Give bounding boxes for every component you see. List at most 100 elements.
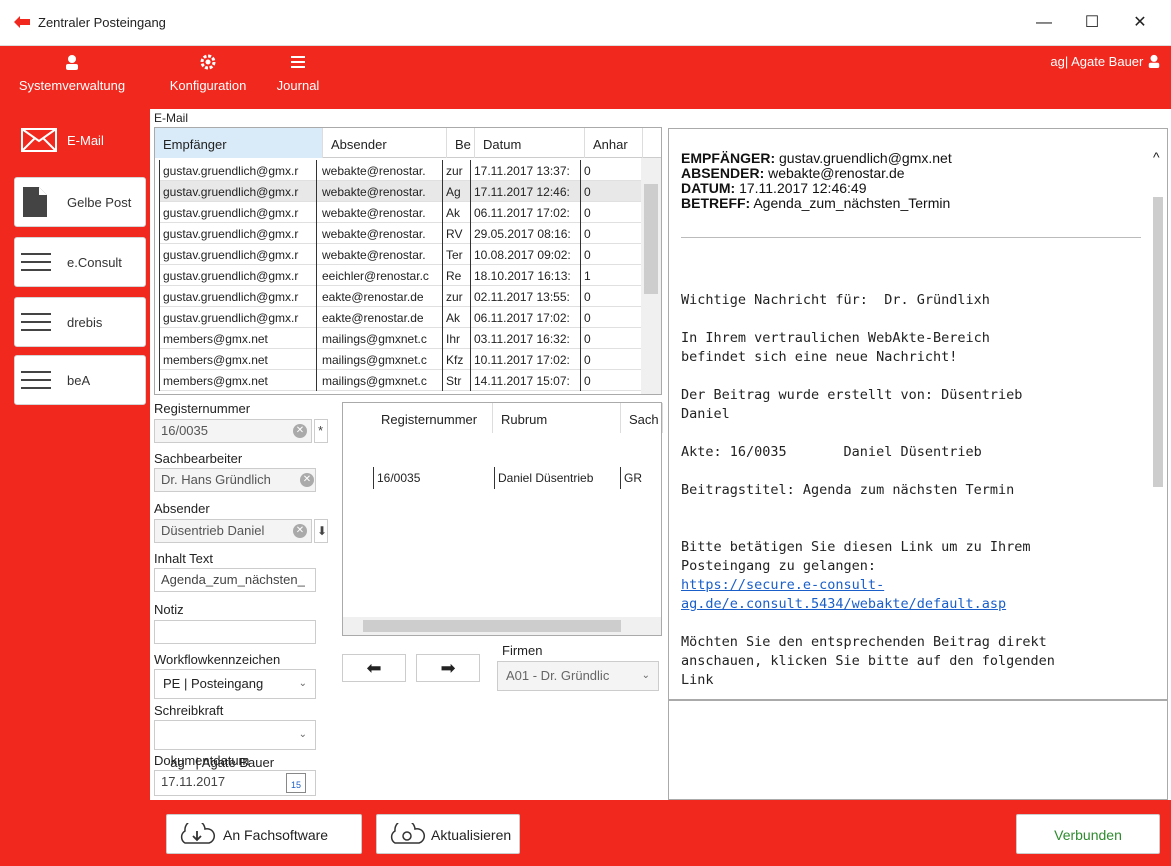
table-cell: gustav.gruendlich@gmx.r bbox=[159, 244, 317, 265]
user-icon bbox=[66, 55, 78, 70]
calendar-icon[interactable]: 15 bbox=[286, 773, 306, 793]
current-user[interactable]: ag| Agate Bauer bbox=[1050, 54, 1161, 69]
maximize-button[interactable]: ☐ bbox=[1072, 8, 1112, 38]
inhalt-text-field[interactable]: Agenda_zum_nächsten_ bbox=[154, 568, 316, 592]
body-line: Wichtige Nachricht für: Dr. Gründlixh bbox=[681, 292, 990, 308]
clear-icon[interactable]: ✕ bbox=[293, 524, 307, 538]
registernummer-field[interactable]: 16/0035 bbox=[154, 419, 312, 443]
table-cell: mailings@gmxnet.c bbox=[319, 349, 443, 370]
absender-value: webakte@renostar.de bbox=[768, 165, 905, 181]
systemverwaltung-label: Systemverwaltung bbox=[18, 78, 126, 93]
nav-econsult[interactable]: e.Consult bbox=[14, 237, 146, 287]
preview-notes-box[interactable] bbox=[668, 700, 1168, 800]
nav-gelbe-post-label: Gelbe Post bbox=[67, 195, 132, 210]
chevron-up-icon[interactable]: ^ bbox=[1153, 149, 1160, 165]
konfiguration-button[interactable]: Konfiguration bbox=[160, 54, 256, 93]
table-row[interactable]: gustav.gruendlich@gmx.r webakte@renostar.… bbox=[159, 244, 643, 265]
firmen-dropdown[interactable]: A01 - Dr. Gründlic ⌄ bbox=[497, 661, 659, 691]
table-row[interactable]: gustav.gruendlich@gmx.r webakte@renostar.… bbox=[159, 223, 643, 244]
col-registernummer[interactable]: Registernummer bbox=[373, 403, 493, 433]
table-cell: gustav.gruendlich@gmx.r bbox=[159, 160, 317, 181]
table-cell: webakte@renostar. bbox=[319, 244, 443, 265]
connection-status: Verbunden bbox=[1016, 814, 1160, 854]
absender-field[interactable]: Düsentrieb Daniel bbox=[154, 519, 312, 543]
datum-value: 17.11.2017 12:46:49 bbox=[739, 180, 867, 196]
document-icon bbox=[23, 187, 47, 217]
schreibkraft-dropdown[interactable]: ag | Agate Bauer ⌄ bbox=[154, 720, 316, 770]
nav-bea-label: beA bbox=[67, 373, 91, 388]
arrow-right-button[interactable]: ➡ bbox=[416, 654, 480, 682]
table-row[interactable]: gustav.gruendlich@gmx.r webakte@renostar.… bbox=[159, 202, 643, 223]
systemverwaltung-button[interactable]: Systemverwaltung bbox=[6, 54, 138, 93]
user-icon bbox=[1148, 54, 1160, 68]
email-grid-scrollbar[interactable] bbox=[641, 158, 661, 394]
table-cell: 0 bbox=[584, 164, 591, 178]
notiz-field[interactable] bbox=[154, 620, 316, 644]
an-fachsoftware-button[interactable]: An Fachsoftware bbox=[166, 814, 362, 854]
col-sach[interactable]: Sach bbox=[621, 403, 663, 433]
minimize-button[interactable]: — bbox=[1024, 8, 1064, 38]
journal-label: Journal bbox=[276, 78, 320, 93]
nav-gelbe-post[interactable]: Gelbe Post bbox=[14, 177, 146, 227]
body-line: Beitragstitel: Agenda zum nächsten Termi… bbox=[681, 482, 1015, 498]
clear-icon[interactable]: ✕ bbox=[293, 424, 307, 438]
table-cell: 18.10.2017 16:13: bbox=[471, 265, 581, 286]
clear-icon[interactable]: ✕ bbox=[300, 473, 314, 487]
main-toolbar: Systemverwaltung Konfiguration Journal a… bbox=[0, 46, 1171, 109]
table-cell: 10.08.2017 09:02: bbox=[471, 244, 581, 265]
rubrum-grid-scrollbar[interactable] bbox=[343, 617, 661, 635]
table-cell: 0 bbox=[584, 206, 591, 220]
table-row[interactable]: gustav.gruendlich@gmx.r webakte@renostar.… bbox=[159, 160, 643, 181]
table-cell: webakte@renostar. bbox=[319, 223, 443, 244]
body-line: befindet sich eine neue Nachricht! bbox=[681, 349, 958, 365]
registernummer-label: Registernummer bbox=[154, 401, 251, 416]
table-row[interactable]: members@gmx.net mailings@gmxnet.c Str 14.11… bbox=[159, 370, 643, 391]
preview-body: Wichtige Nachricht für: Dr. Gründlixh In … bbox=[681, 291, 1141, 690]
col-datum[interactable]: Datum bbox=[475, 128, 585, 158]
col-rubrum[interactable]: Rubrum bbox=[493, 403, 621, 433]
chevron-down-icon: ⌄ bbox=[298, 678, 307, 689]
table-row[interactable]: members@gmx.net mailings@gmxnet.c Ihr 03.11… bbox=[159, 328, 643, 349]
absender-down-button[interactable]: ⬇ bbox=[314, 519, 328, 543]
webakte-link[interactable]: https://secure.e-consult- bbox=[681, 577, 884, 593]
nav-drebis[interactable]: drebis bbox=[14, 297, 146, 347]
webakte-link[interactable]: ag.de/e.consult.5434/webakte/default.asp bbox=[681, 596, 1006, 612]
table-cell: Re bbox=[443, 265, 471, 286]
table-cell: 14.11.2017 15:07: bbox=[471, 370, 581, 391]
table-cell: gustav.gruendlich@gmx.r bbox=[159, 181, 317, 202]
table-row[interactable]: gustav.gruendlich@gmx.r eakte@renostar.de… bbox=[159, 286, 643, 307]
empfaenger-value: gustav.gruendlich@gmx.net bbox=[779, 150, 952, 166]
arrow-left-button[interactable]: ⬅ bbox=[342, 654, 406, 682]
table-row[interactable]: gustav.gruendlich@gmx.r webakte@renostar.… bbox=[159, 181, 643, 202]
col-empfaenger[interactable]: Empfänger bbox=[155, 128, 323, 158]
body-line: Der Beitrag wurde erstellt von: Düsentri… bbox=[681, 387, 1023, 403]
table-row[interactable]: gustav.gruendlich@gmx.r eakte@renostar.de… bbox=[159, 307, 643, 328]
col-betreff[interactable]: Be bbox=[447, 128, 475, 158]
col-absender[interactable]: Absender bbox=[323, 128, 447, 158]
table-row[interactable]: gustav.gruendlich@gmx.r eeichler@renostar… bbox=[159, 265, 643, 286]
table-cell: 17.11.2017 13:37: bbox=[471, 160, 581, 181]
left-navigation: E-Mail Gelbe Post e.Consult drebis beA bbox=[0, 109, 150, 866]
gear-icon bbox=[200, 54, 216, 70]
close-button[interactable]: ✕ bbox=[1120, 8, 1160, 38]
table-cell: 06.11.2017 17:02: bbox=[471, 307, 581, 328]
nav-email[interactable]: E-Mail bbox=[14, 115, 146, 165]
registernummer-new-button[interactable]: * bbox=[314, 419, 328, 443]
preview-scrollbar[interactable]: ^ bbox=[1149, 129, 1167, 699]
body-line: Link bbox=[681, 672, 714, 688]
nav-bea[interactable]: beA bbox=[14, 355, 146, 405]
nav-econsult-label: e.Consult bbox=[67, 255, 122, 270]
list-icon bbox=[21, 313, 51, 331]
journal-button[interactable]: Journal bbox=[268, 54, 328, 93]
chevron-down-icon: ⌄ bbox=[298, 729, 307, 740]
body-line: Daniel bbox=[681, 406, 730, 422]
absender-label: Absender bbox=[154, 501, 210, 516]
table-row[interactable]: 16/0035 Daniel Düsentrieb GR bbox=[349, 435, 659, 489]
table-row[interactable]: members@gmx.net mailings@gmxnet.c Kfz 10.11… bbox=[159, 349, 643, 370]
title-bar: Zentraler Posteingang — ☐ ✕ bbox=[0, 0, 1171, 46]
sachbearbeiter-field[interactable]: Dr. Hans Gründlich bbox=[154, 468, 316, 492]
workflow-dropdown[interactable]: PE | Posteingang ⌄ bbox=[154, 669, 316, 699]
aktualisieren-button[interactable]: Aktualisieren bbox=[376, 814, 520, 854]
table-cell: 06.11.2017 17:02: bbox=[471, 202, 581, 223]
col-anhang[interactable]: Anhar bbox=[585, 128, 643, 158]
